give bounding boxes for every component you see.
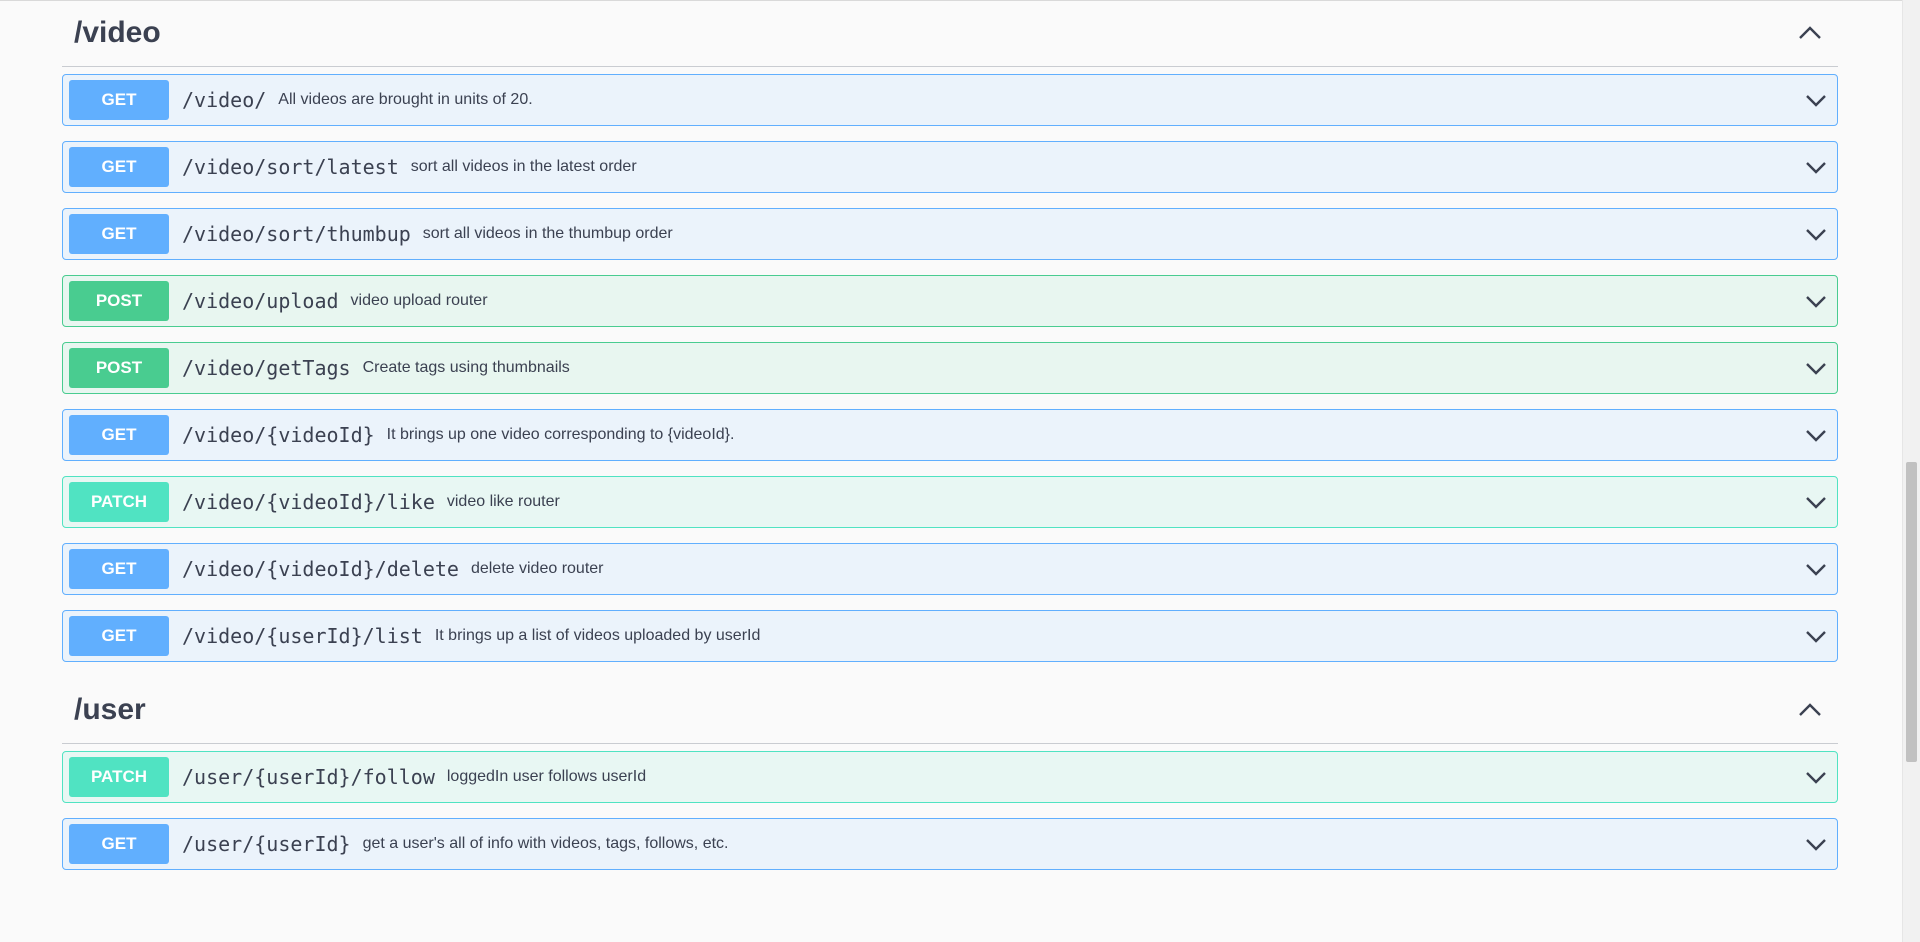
operation-get-user-by-id[interactable]: GET /user/{userId} get a user's all of i… [62, 818, 1838, 870]
chevron-down-icon[interactable] [1801, 286, 1831, 316]
section-header-user[interactable]: /user [62, 677, 1838, 744]
chevron-up-icon[interactable] [1792, 15, 1828, 51]
method-badge: GET [69, 549, 169, 589]
section-title: /video [74, 16, 161, 49]
operation-description: loggedIn user follows userId [446, 768, 647, 785]
operation-path: /video/{videoId}/like [182, 490, 435, 514]
method-badge: GET [69, 147, 169, 187]
chevron-down-icon[interactable] [1801, 85, 1831, 115]
operation-path: /video/ [182, 88, 267, 112]
operation-post-video-upload[interactable]: POST /video/upload video upload router [62, 275, 1838, 327]
operation-description: video like router [446, 493, 560, 510]
operation-get-video[interactable]: GET /video/ All videos are brought in un… [62, 74, 1838, 126]
method-badge: GET [69, 415, 169, 455]
operation-path: /video/{userId}/list [182, 624, 423, 648]
vertical-scrollbar[interactable] [1902, 0, 1920, 942]
operation-patch-video-like[interactable]: PATCH /video/{videoId}/like video like r… [62, 476, 1838, 528]
method-badge: GET [69, 80, 169, 120]
chevron-down-icon[interactable] [1801, 621, 1831, 651]
chevron-down-icon[interactable] [1801, 420, 1831, 450]
operation-path: /video/getTags [182, 356, 351, 380]
chevron-up-icon[interactable] [1792, 692, 1828, 728]
operation-path: /user/{userId}/follow [182, 765, 435, 789]
chevron-down-icon[interactable] [1801, 487, 1831, 517]
operation-post-video-gettags[interactable]: POST /video/getTags Create tags using th… [62, 342, 1838, 394]
method-badge: PATCH [69, 757, 169, 797]
operation-path: /video/{videoId} [182, 423, 375, 447]
method-badge: PATCH [69, 482, 169, 522]
method-badge: GET [69, 824, 169, 864]
operation-path: /video/sort/latest [182, 155, 399, 179]
method-badge: POST [69, 348, 169, 388]
operation-get-video-user-list[interactable]: GET /video/{userId}/list It brings up a … [62, 610, 1838, 662]
section-header-video[interactable]: /video [62, 0, 1838, 67]
operation-description: It brings up a list of videos uploaded b… [434, 627, 761, 644]
operation-description: Create tags using thumbnails [362, 359, 570, 376]
operation-path: /user/{userId} [182, 832, 351, 856]
operation-description: All videos are brought in units of 20. [278, 91, 533, 108]
operation-description: sort all videos in the latest order [410, 158, 637, 175]
method-badge: GET [69, 616, 169, 656]
operation-description: sort all videos in the thumbup order [422, 225, 673, 242]
tag-section-user: /user PATCH /user/{userId}/follow logged… [62, 677, 1838, 870]
operation-description: get a user's all of info with videos, ta… [362, 835, 729, 852]
operation-get-video-by-id[interactable]: GET /video/{videoId} It brings up one vi… [62, 409, 1838, 461]
operation-get-video-sort-thumbup[interactable]: GET /video/sort/thumbup sort all videos … [62, 208, 1838, 260]
operation-path: /video/upload [182, 289, 339, 313]
tag-section-video: /video GET /video/ All videos are brough… [62, 0, 1838, 662]
operation-description: It brings up one video corresponding to … [386, 426, 735, 443]
chevron-down-icon[interactable] [1801, 829, 1831, 859]
operation-get-video-delete[interactable]: GET /video/{videoId}/delete delete video… [62, 543, 1838, 595]
section-title: /user [74, 693, 146, 726]
scrollbar-thumb[interactable] [1906, 462, 1917, 762]
chevron-down-icon[interactable] [1801, 762, 1831, 792]
operation-patch-user-follow[interactable]: PATCH /user/{userId}/follow loggedIn use… [62, 751, 1838, 803]
chevron-down-icon[interactable] [1801, 554, 1831, 584]
api-content: /video GET /video/ All videos are brough… [62, 0, 1838, 885]
operation-get-video-sort-latest[interactable]: GET /video/sort/latest sort all videos i… [62, 141, 1838, 193]
operation-path: /video/sort/thumbup [182, 222, 411, 246]
method-badge: GET [69, 214, 169, 254]
chevron-down-icon[interactable] [1801, 219, 1831, 249]
operation-description: video upload router [350, 292, 488, 309]
chevron-down-icon[interactable] [1801, 353, 1831, 383]
operation-description: delete video router [470, 560, 604, 577]
method-badge: POST [69, 281, 169, 321]
chevron-down-icon[interactable] [1801, 152, 1831, 182]
operation-path: /video/{videoId}/delete [182, 557, 459, 581]
